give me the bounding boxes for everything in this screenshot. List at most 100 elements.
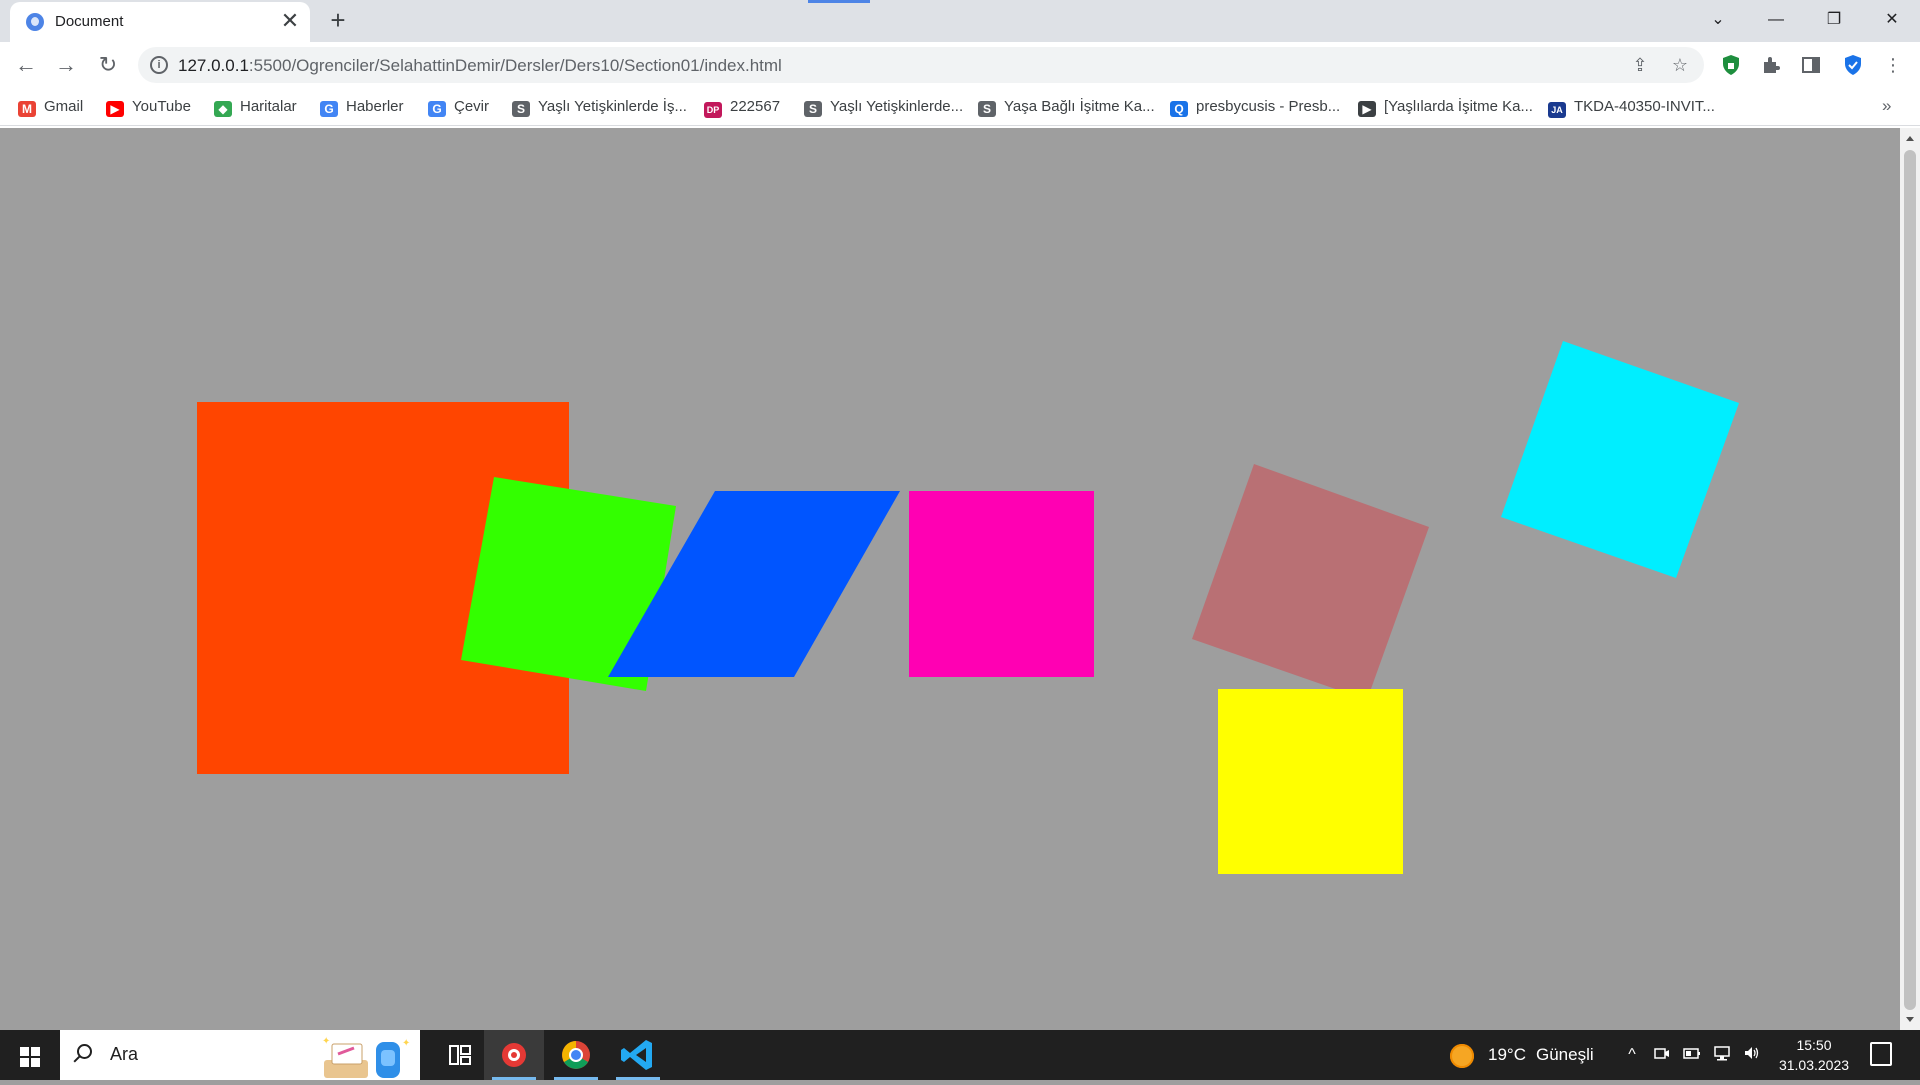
clock-date: 31.03.2023 xyxy=(1778,1057,1850,1073)
loading-indicator xyxy=(808,0,870,3)
tab-search-button[interactable]: ⌄ xyxy=(1690,0,1746,40)
bookmark-item[interactable]: S Yaşlı Yetişkinlerde... xyxy=(804,97,963,117)
clock-time: 15:50 xyxy=(1796,1037,1832,1053)
bookmark-item[interactable]: S Yaşlı Yetişkinlerde İş... xyxy=(512,97,687,117)
news-icon: G xyxy=(320,101,338,117)
chrome-icon xyxy=(562,1041,590,1069)
scroll-up-arrow-icon[interactable] xyxy=(1906,136,1914,141)
new-tab-button[interactable]: + xyxy=(324,6,352,34)
gmail-icon: M xyxy=(18,101,36,117)
bookmark-label: Yaşlı Yetişkinlerde İş... xyxy=(538,98,687,115)
bookmarks-overflow-icon[interactable]: » xyxy=(1882,96,1891,116)
search-result-icon: Q xyxy=(1170,101,1188,117)
reload-button[interactable]: ↻ xyxy=(92,49,124,81)
taskbar-clock[interactable]: 15:50 31.03.2023 xyxy=(1774,1035,1854,1075)
weather-temperature[interactable]: 19°C xyxy=(1488,1030,1526,1080)
tray-expand-icon[interactable]: ^ xyxy=(1622,1045,1642,1065)
battery-icon[interactable] xyxy=(1682,1045,1702,1065)
bookmark-item[interactable]: G Çevir xyxy=(428,97,489,117)
cyan-square-rotated xyxy=(1501,341,1739,578)
bookmark-label: Yaşlı Yetişkinlerde... xyxy=(830,98,964,115)
search-highlight-illustration-icon: ✦ ✦ xyxy=(322,1036,410,1078)
windows-logo-icon xyxy=(20,1047,40,1067)
url-host: 127.0.0.1 xyxy=(178,56,249,75)
weather-sun-icon[interactable] xyxy=(1450,1044,1474,1068)
extensions-icon[interactable] xyxy=(1756,50,1786,80)
address-bar[interactable]: i 127.0.0.1:5500/Ogrenciler/SelahattinDe… xyxy=(138,47,1704,83)
bookmark-label: Haritalar xyxy=(240,98,297,115)
bookmark-label: presbycusis - Presb... xyxy=(1196,98,1341,115)
taskbar-search[interactable]: Ara ✦ ✦ xyxy=(60,1030,420,1080)
bookmark-item[interactable]: G Haberler xyxy=(320,97,404,117)
search-placeholder: Ara xyxy=(110,1044,139,1064)
back-button[interactable]: ← xyxy=(10,49,42,81)
site-info-icon[interactable]: i xyxy=(150,56,168,74)
notification-center-icon[interactable] xyxy=(1870,1042,1892,1066)
taskbar-app-vscode[interactable] xyxy=(608,1030,668,1080)
restore-button[interactable]: ❐ xyxy=(1806,0,1862,40)
bookmark-item[interactable]: DP 222567 xyxy=(704,97,781,118)
bookmark-item[interactable]: ▶ YouTube xyxy=(106,97,191,117)
taskbar-app-chrome[interactable] xyxy=(546,1030,606,1080)
bookmark-label: [Yaşlılarda İşitme Ka... xyxy=(1384,98,1533,115)
browser-toolbar: ← → ↻ i 127.0.0.1:5500/Ogrenciler/Selaha… xyxy=(0,42,1920,88)
bookmark-label: TKDA-40350-INVIT... xyxy=(1574,98,1715,115)
forward-button[interactable]: → xyxy=(50,49,82,81)
menu-kebab-icon[interactable]: ⋮ xyxy=(1878,50,1908,80)
close-window-button[interactable]: ✕ xyxy=(1864,0,1920,40)
bookmark-item[interactable]: M Gmail xyxy=(18,97,83,117)
document-icon: ▶ xyxy=(1358,101,1376,117)
bookmark-label: Yaşa Bağlı İşitme Ka... xyxy=(1004,98,1155,115)
windows-taskbar: Ara ✦ ✦ 19°C Güneşli ^ 15:50 31.03.2023 xyxy=(0,1030,1920,1080)
journal-icon: JA xyxy=(1548,102,1566,118)
maps-icon: ◆ xyxy=(214,101,232,117)
dp-icon: DP xyxy=(704,102,722,118)
url-text[interactable]: 127.0.0.1:5500/Ogrenciler/SelahattinDemi… xyxy=(178,56,782,76)
minimize-button[interactable]: — xyxy=(1748,0,1804,40)
svg-text:✦: ✦ xyxy=(402,1038,410,1049)
search-icon xyxy=(77,1044,92,1059)
start-button[interactable] xyxy=(0,1030,60,1080)
page-viewport xyxy=(0,128,1900,1030)
yellow-square xyxy=(1218,689,1403,874)
share-icon[interactable]: ⇪ xyxy=(1628,53,1652,77)
volume-icon[interactable] xyxy=(1742,1045,1762,1065)
rosybrown-square-rotated xyxy=(1192,464,1429,700)
bookmark-item[interactable]: ◆ Haritalar xyxy=(214,97,297,117)
bookmark-item[interactable]: JA TKDA-40350-INVIT... xyxy=(1548,97,1715,118)
link-icon: S xyxy=(804,101,822,117)
bookmark-item[interactable]: S Yaşa Bağlı İşitme Ka... xyxy=(978,97,1155,117)
browser-window: Document ✕ + ⌄ — ❐ ✕ ← → ↻ i 127.0.0.1:5… xyxy=(0,0,1920,128)
bookmark-label: Haberler xyxy=(346,98,404,115)
network-icon[interactable] xyxy=(1712,1045,1732,1065)
vpn-shield-icon[interactable] xyxy=(1716,50,1746,80)
magenta-square xyxy=(909,491,1094,677)
profile-shield-icon[interactable] xyxy=(1838,50,1868,80)
task-view-icon xyxy=(449,1045,471,1065)
youtube-icon: ▶ xyxy=(106,101,124,117)
task-view-button[interactable] xyxy=(430,1030,490,1080)
bookmark-label: 222567 xyxy=(730,98,781,115)
url-path: :5500/Ogrenciler/SelahattinDemir/Dersler… xyxy=(248,56,782,75)
bookmark-item[interactable]: Qpresbycusis - Presb... xyxy=(1170,97,1340,117)
app-cursor-icon xyxy=(502,1043,526,1067)
vertical-scrollbar[interactable] xyxy=(1900,128,1920,1030)
bookmarks-bar: M Gmail ▶ YouTube ◆ Haritalar G Haberler G Çevir S… xyxy=(0,88,1920,126)
meet-now-icon[interactable] xyxy=(1652,1045,1672,1065)
bookmark-label: Gmail xyxy=(44,98,84,115)
scroll-thumb[interactable] xyxy=(1904,150,1916,1010)
tab-close-icon[interactable]: ✕ xyxy=(278,9,302,33)
taskbar-app-cursor[interactable] xyxy=(484,1030,544,1080)
scroll-down-arrow-icon[interactable] xyxy=(1906,1017,1914,1022)
bookmark-star-icon[interactable]: ☆ xyxy=(1668,53,1692,77)
tab-title: Document xyxy=(55,13,124,30)
weather-condition[interactable]: Güneşli xyxy=(1536,1030,1594,1080)
translate-icon: G xyxy=(428,101,446,117)
bookmark-label: YouTube xyxy=(132,98,191,115)
tab-document[interactable]: Document ✕ xyxy=(10,2,310,42)
bookmark-item[interactable]: ▶ [Yaşlılarda İşitme Ka... xyxy=(1358,97,1533,117)
svg-text:✦: ✦ xyxy=(322,1036,330,1047)
side-panel-icon[interactable] xyxy=(1796,50,1826,80)
tab-strip: Document ✕ + ⌄ — ❐ ✕ xyxy=(0,0,1920,42)
shapes-canvas xyxy=(197,341,1739,874)
